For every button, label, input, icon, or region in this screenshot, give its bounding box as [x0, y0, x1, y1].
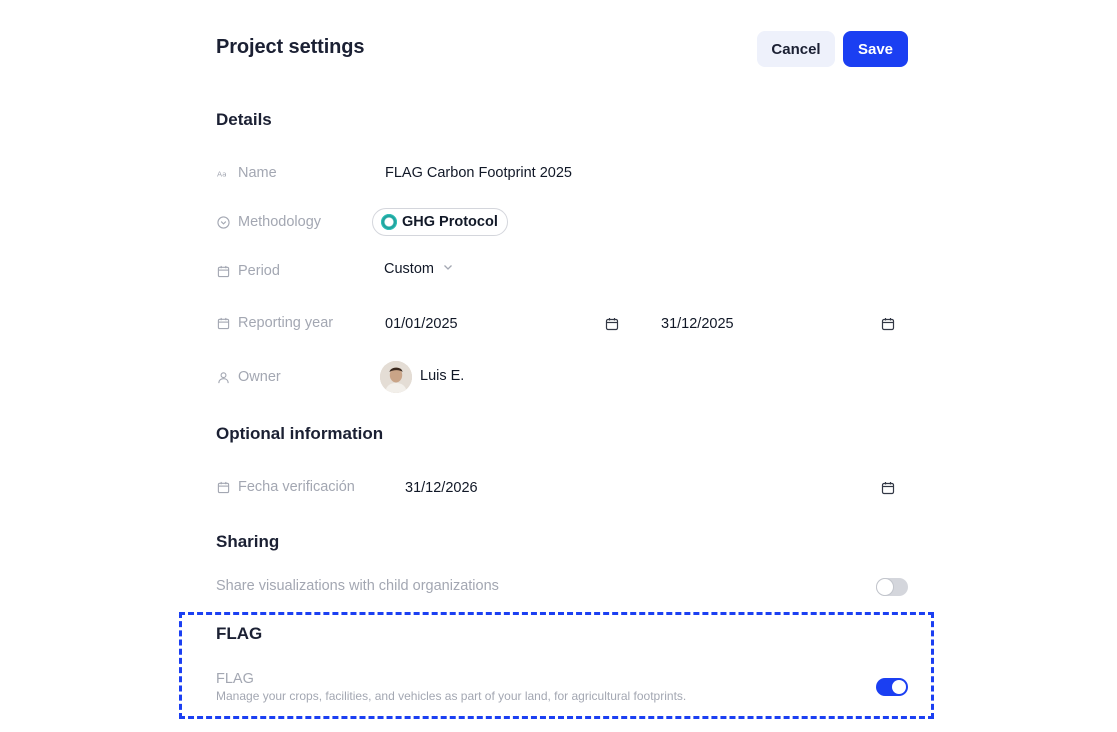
flag-item-description: Manage your crops, facilities, and vehic…: [216, 689, 687, 703]
save-button[interactable]: Save: [843, 31, 908, 67]
methodology-label-text: Methodology: [238, 214, 322, 230]
calendar-icon[interactable]: [881, 481, 895, 495]
name-label-text: Name: [238, 165, 277, 181]
owner-name: Luis E.: [420, 368, 465, 384]
period-select[interactable]: Custom: [384, 261, 454, 277]
verification-date-label-text: Fecha verificación: [238, 479, 355, 495]
reporting-year-end-input[interactable]: 31/12/2025: [661, 313, 896, 335]
chevron-circle-icon: [216, 215, 230, 229]
verification-date-value: 31/12/2026: [405, 480, 478, 496]
page-title: Project settings: [216, 36, 365, 58]
owner-label-text: Owner: [238, 369, 281, 385]
section-title-sharing: Sharing: [216, 532, 280, 551]
section-title-optional: Optional information: [216, 424, 384, 443]
calendar-icon[interactable]: [881, 317, 895, 331]
toggle-knob: [892, 680, 906, 694]
verification-date-input[interactable]: 31/12/2026: [405, 477, 896, 499]
share-visualizations-label: Share visualizations with child organiza…: [216, 578, 499, 594]
reporting-year-end-value: 31/12/2025: [661, 316, 734, 332]
methodology-label: Methodology: [216, 212, 321, 232]
period-label-text: Period: [238, 263, 280, 279]
calendar-icon: [216, 316, 230, 330]
section-title-flag: FLAG: [216, 624, 263, 643]
chevron-down-icon: [442, 261, 454, 277]
reporting-year-start-input[interactable]: 01/01/2025: [385, 313, 620, 335]
owner-label: Owner: [216, 367, 281, 387]
ghg-protocol-logo-icon: [381, 214, 397, 230]
methodology-chip[interactable]: GHG Protocol: [372, 208, 508, 236]
flag-item-title: FLAG: [216, 671, 254, 687]
reporting-year-start-value: 01/01/2025: [385, 316, 458, 332]
section-title-details: Details: [216, 110, 272, 129]
svg-text:Aa: Aa: [217, 169, 227, 178]
methodology-chip-label: GHG Protocol: [402, 214, 498, 230]
share-visualizations-toggle[interactable]: [876, 578, 908, 596]
name-field[interactable]: FLAG Carbon Footprint 2025: [385, 165, 572, 181]
flag-toggle[interactable]: [876, 678, 908, 696]
calendar-icon[interactable]: [605, 317, 619, 331]
period-label: Period: [216, 261, 280, 281]
text-format-icon: Aa: [216, 166, 230, 180]
reporting-year-label-text: Reporting year: [238, 315, 334, 331]
name-label: Aa Name: [216, 163, 277, 183]
reporting-year-label: Reporting year: [216, 313, 333, 333]
calendar-icon: [216, 264, 230, 278]
period-select-value: Custom: [384, 261, 434, 277]
verification-date-label: Fecha verificación: [216, 477, 355, 497]
calendar-icon: [216, 480, 230, 494]
avatar[interactable]: [380, 361, 412, 393]
toggle-knob: [877, 579, 893, 595]
cancel-button[interactable]: Cancel: [757, 31, 835, 67]
user-icon: [216, 370, 230, 384]
